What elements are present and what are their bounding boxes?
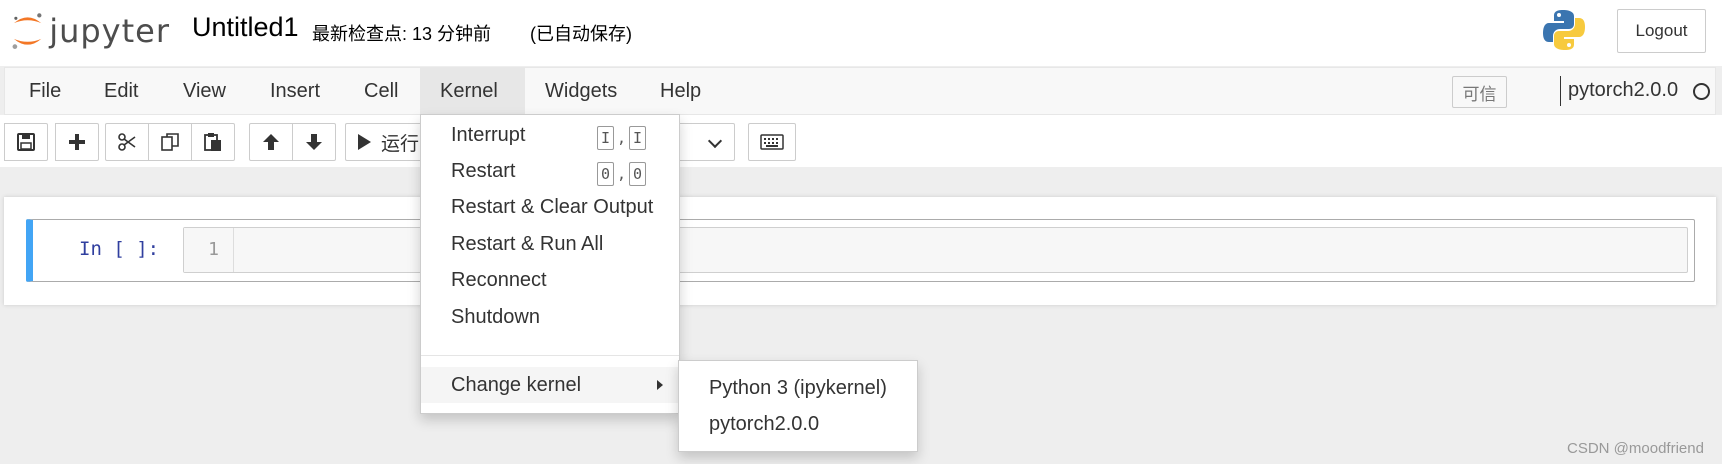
run-button[interactable]: 运行 [345, 123, 425, 161]
shortcut-restart: 0,0 [597, 162, 647, 186]
shortcut-interrupt: I,I [597, 126, 647, 150]
kbd-key: I [629, 126, 647, 150]
menu-cell[interactable]: Cell [344, 68, 418, 114]
caret-right-icon [657, 380, 663, 390]
checkpoint-status: 最新检查点: 13 分钟前 [312, 24, 492, 44]
toolbar-move-group [249, 123, 336, 161]
paste-icon [204, 133, 221, 151]
trusted-badge[interactable]: 可信 [1452, 76, 1507, 108]
run-label: 运行 [381, 133, 420, 155]
arrow-down-icon [306, 134, 322, 150]
menu-item-restart-run-all[interactable]: Restart & Run All [421, 226, 679, 262]
menu-item-interrupt[interactable]: Interrupt I,I [421, 117, 679, 153]
python-logo-icon [1543, 10, 1585, 50]
chevron-down-icon [707, 133, 723, 149]
jupyter-logo[interactable]: jupyter [10, 8, 170, 54]
kernel-name[interactable]: pytorch2.0.0 [1568, 79, 1678, 102]
kernel-idle-indicator-icon [1693, 83, 1710, 100]
play-icon [358, 134, 371, 150]
toolbar-clipboard-group [105, 123, 235, 161]
menu-item-change-kernel[interactable]: Change kernel [421, 367, 679, 403]
menu-item-restart[interactable]: Restart 0,0 [421, 153, 679, 189]
copy-button[interactable] [148, 123, 192, 161]
menu-item-shutdown[interactable]: Shutdown [421, 299, 679, 335]
move-up-button[interactable] [249, 123, 293, 161]
menu-item-label: Restart [451, 159, 516, 182]
scissors-icon [118, 133, 136, 151]
line-number-gutter: 1 [184, 228, 234, 272]
toolbar: 运行 [0, 115, 1722, 167]
plus-icon [69, 134, 85, 150]
line-number: 1 [208, 239, 219, 260]
kernel-divider [1560, 76, 1561, 106]
menu-help[interactable]: Help [640, 68, 721, 114]
jupyter-logo-icon [12, 13, 42, 49]
kbd-key: 0 [629, 162, 647, 186]
kernel-menu-dropdown: Interrupt I,I Restart 0,0 Restart & Clea… [420, 114, 680, 414]
code-editor[interactable]: 1 [183, 227, 1688, 273]
copy-icon [161, 133, 179, 151]
save-icon [17, 133, 35, 151]
menu-divider [421, 355, 679, 356]
autosave-status: (已自动保存) [530, 24, 632, 44]
notebook-container: In [ ]: 1 [4, 197, 1716, 305]
watermark: CSDN @moodfriend [1567, 440, 1704, 457]
menu-file[interactable]: File [9, 68, 81, 114]
save-button[interactable] [4, 123, 48, 161]
change-kernel-submenu: Python 3 (ipykernel) pytorch2.0.0 [678, 360, 918, 452]
menu-view[interactable]: View [163, 68, 246, 114]
menu-widgets[interactable]: Widgets [525, 68, 637, 114]
menu-item-label: Change kernel [451, 373, 582, 396]
arrow-up-icon [263, 134, 279, 150]
code-cell[interactable]: In [ ]: 1 [26, 219, 1695, 282]
kbd-key: I [597, 126, 614, 150]
menu-item-reconnect[interactable]: Reconnect [421, 262, 679, 298]
header: jupyter Untitled1 最新检查点: 13 分钟前 (已自动保存) … [0, 0, 1722, 66]
insert-cell-button[interactable] [55, 123, 99, 161]
menu-kernel[interactable]: Kernel [420, 68, 525, 114]
toolbar-insert-group [55, 123, 99, 161]
menu-edit[interactable]: Edit [84, 68, 158, 114]
menu-item-label: Interrupt [451, 123, 526, 146]
move-down-button[interactable] [292, 123, 336, 161]
logout-button[interactable]: Logout [1617, 9, 1706, 53]
paste-button[interactable] [191, 123, 235, 161]
toolbar-save-group [4, 123, 48, 161]
logo-text: jupyter [49, 12, 170, 50]
kernel-option-pytorch[interactable]: pytorch2.0.0 [679, 406, 917, 442]
cut-button[interactable] [105, 123, 149, 161]
kbd-key: 0 [597, 162, 614, 186]
kernel-option-python3[interactable]: Python 3 (ipykernel) [679, 370, 917, 406]
notebook-title[interactable]: Untitled1 [192, 12, 299, 43]
menubar: File Edit View Insert Cell Kernel Widget… [4, 67, 1716, 115]
menu-insert[interactable]: Insert [250, 68, 340, 114]
menu-item-restart-clear-output[interactable]: Restart & Clear Output [421, 189, 679, 225]
command-palette-button[interactable] [748, 123, 796, 161]
input-prompt: In [ ]: [79, 238, 160, 260]
keyboard-icon [760, 134, 784, 150]
